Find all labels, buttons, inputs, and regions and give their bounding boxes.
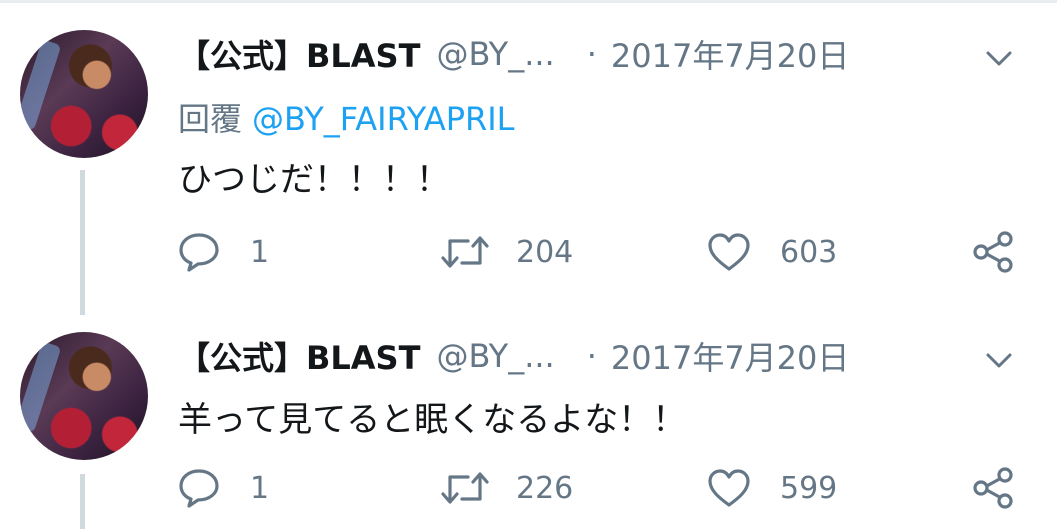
reply-icon bbox=[179, 469, 219, 508]
separator-dot: · bbox=[586, 35, 597, 73]
retweet-count: 226 bbox=[516, 470, 574, 506]
retweet-button[interactable]: 226 bbox=[440, 466, 573, 510]
reply-count: 1 bbox=[250, 234, 270, 270]
share-button[interactable] bbox=[972, 230, 1016, 274]
tweet-actions: 1 226 599 bbox=[0, 466, 1057, 510]
heart-icon bbox=[708, 469, 750, 507]
reply-button[interactable]: 1 bbox=[176, 230, 269, 274]
reply-context: 回覆 @BY_FAIRYAPRIL bbox=[178, 94, 515, 140]
tweet-text: ひつじだ！！！！ bbox=[178, 160, 450, 200]
author-name[interactable]: 【公式】BLAST bbox=[178, 31, 420, 77]
author-handle[interactable]: @BY_... bbox=[436, 337, 554, 375]
retweet-icon bbox=[441, 472, 489, 504]
reply-icon bbox=[179, 233, 219, 272]
retweet-icon bbox=[441, 236, 489, 268]
chevron-down-icon[interactable] bbox=[982, 348, 1016, 372]
author-name[interactable]: 【公式】BLAST bbox=[178, 333, 420, 379]
like-button[interactable]: 599 bbox=[706, 466, 837, 510]
reply-count: 1 bbox=[250, 470, 270, 506]
like-button[interactable]: 603 bbox=[706, 230, 837, 274]
tweet-header: 【公式】BLAST @BY_... · 2017年7月20日 bbox=[178, 326, 849, 386]
tweet-date[interactable]: 2017年7月20日 bbox=[611, 31, 850, 77]
tweet[interactable]: 【公式】BLAST @BY_... · 2017年7月20日 回覆 @BY_FAI… bbox=[0, 24, 1057, 304]
tweet[interactable]: 【公式】BLAST @BY_... · 2017年7月20日 羊って見てると眠く… bbox=[0, 326, 1057, 529]
reply-button[interactable]: 1 bbox=[176, 466, 269, 510]
avatar[interactable] bbox=[20, 30, 148, 158]
top-divider bbox=[0, 0, 1057, 3]
heart-icon bbox=[708, 233, 750, 271]
retweet-button[interactable]: 204 bbox=[440, 230, 573, 274]
like-count: 603 bbox=[780, 234, 838, 270]
share-icon bbox=[973, 467, 1013, 509]
separator-dot: · bbox=[586, 337, 597, 375]
reply-to-handle[interactable]: @BY_FAIRYAPRIL bbox=[252, 100, 514, 138]
avatar[interactable] bbox=[20, 332, 148, 460]
share-icon bbox=[973, 231, 1013, 273]
tweet-date[interactable]: 2017年7月20日 bbox=[611, 333, 850, 379]
like-count: 599 bbox=[780, 470, 838, 506]
tweet-header: 【公式】BLAST @BY_... · 2017年7月20日 bbox=[178, 24, 849, 84]
tweet-actions: 1 204 603 bbox=[0, 230, 1057, 274]
tweet-text: 羊って見てると眠くなるよな！！ bbox=[178, 400, 687, 440]
share-button[interactable] bbox=[972, 466, 1016, 510]
reply-label: 回覆 bbox=[178, 100, 243, 138]
author-handle[interactable]: @BY_... bbox=[436, 35, 554, 73]
chevron-down-icon[interactable] bbox=[982, 46, 1016, 70]
retweet-count: 204 bbox=[516, 234, 574, 270]
